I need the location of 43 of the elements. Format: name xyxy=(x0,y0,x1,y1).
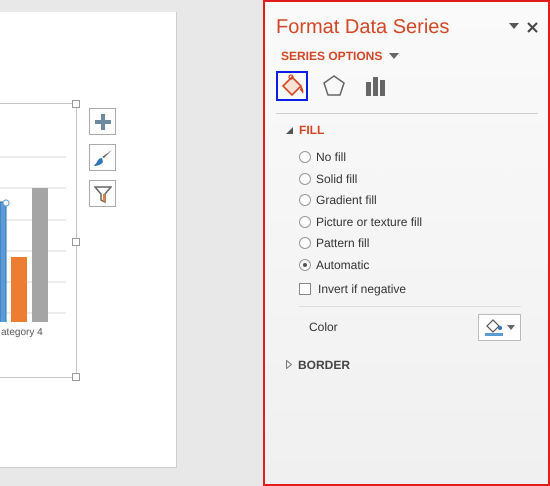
dropdown-caret-icon[interactable] xyxy=(509,22,519,28)
radio-option[interactable]: Picture or texture fill xyxy=(299,214,538,230)
radio-option[interactable]: Pattern fill xyxy=(299,235,538,252)
radio-button[interactable] xyxy=(299,216,311,228)
plus-icon xyxy=(94,112,112,130)
paint-bucket-icon xyxy=(279,73,305,99)
radio-button[interactable] xyxy=(299,258,311,271)
checkbox[interactable] xyxy=(299,283,311,296)
brush-icon xyxy=(92,148,112,166)
color-label: Color xyxy=(309,320,338,334)
chart-frame[interactable]: ategory 4 xyxy=(0,103,77,378)
resize-handle[interactable] xyxy=(72,100,80,108)
close-icon[interactable] xyxy=(527,22,538,33)
resize-handle[interactable] xyxy=(72,373,80,381)
paint-bucket-icon xyxy=(484,318,504,336)
series-options-dropdown[interactable]: SERIES OPTIONS xyxy=(276,49,400,63)
icon-tab[interactable] xyxy=(276,71,308,101)
radio-button[interactable] xyxy=(299,194,311,206)
radio-button[interactable] xyxy=(299,237,311,250)
radio-button[interactable] xyxy=(299,172,311,185)
section-header[interactable]: FILL xyxy=(286,123,324,137)
collapsed-triangle-icon xyxy=(286,360,292,369)
chart-elements-button[interactable] xyxy=(89,108,116,135)
caret-icon xyxy=(507,324,515,330)
pentagon-icon xyxy=(322,74,346,98)
color-picker-button[interactable] xyxy=(478,314,521,340)
radio-option[interactable]: Solid fill xyxy=(299,170,538,187)
chart-styles-button[interactable] xyxy=(89,144,116,171)
expanded-triangle-icon xyxy=(286,126,293,134)
chart-filters-button[interactable] xyxy=(89,180,116,207)
filter-icon xyxy=(94,184,112,202)
bar-chart-icon xyxy=(365,75,387,97)
resize-handle[interactable] xyxy=(72,238,80,246)
radio-option[interactable]: Gradient fill xyxy=(299,192,538,208)
category-label: ategory 4 xyxy=(0,327,44,338)
caret-icon xyxy=(389,53,400,59)
checkbox-option[interactable]: Invert if negative xyxy=(299,281,538,298)
section-header[interactable]: BORDER xyxy=(286,358,350,372)
pane-title: Format Data Series xyxy=(276,16,450,39)
radio-option[interactable]: No fill xyxy=(299,149,538,166)
radio-option[interactable]: Automatic xyxy=(299,256,538,273)
selected-bar[interactable] xyxy=(0,200,10,322)
radio-button[interactable] xyxy=(299,151,311,164)
